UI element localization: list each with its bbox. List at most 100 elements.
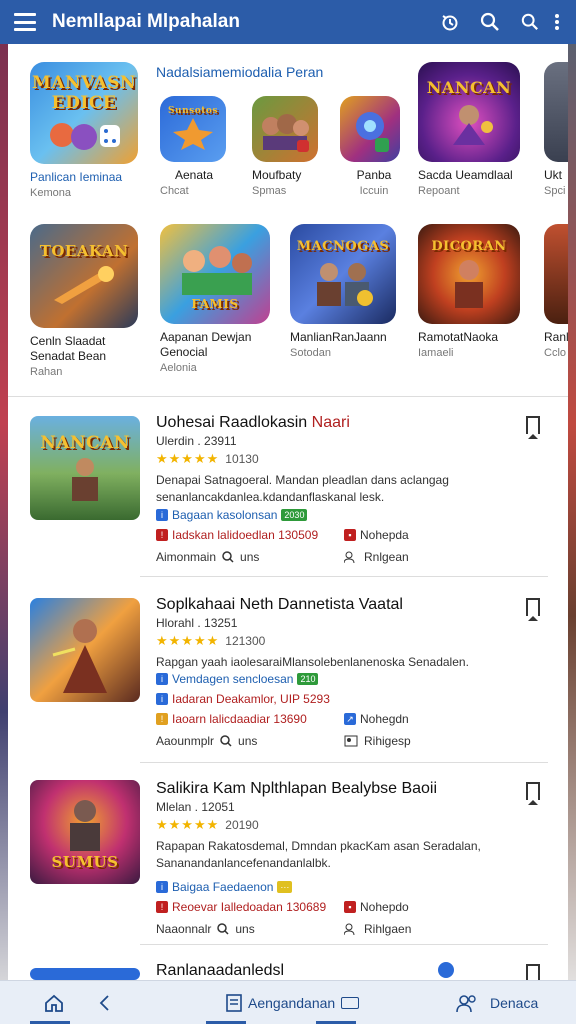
app-card[interactable]: NANCAN Sacda Ueamdlaal Repoant (418, 62, 522, 197)
app-logo-text: FAMIS (191, 297, 239, 311)
flag-icon: ▪ (344, 901, 356, 913)
app-tile: FAMIS (160, 224, 270, 324)
app-card[interactable]: Ranl Cclo (544, 224, 568, 359)
app-thumbnail (30, 968, 140, 980)
app-category: Iccuin (359, 185, 389, 197)
right-tab-label: Denaca (490, 994, 539, 1011)
list-item[interactable]: SUMUS Salikira Kam Nplthlapan Bealybse B… (8, 764, 568, 946)
app-title: Ranlanaadanledsl (156, 962, 285, 979)
app-category: Repoant (418, 185, 460, 197)
rating-stars: ★★★★★ 121300 (156, 633, 266, 648)
app-tag[interactable]: ! Iadskan lalidoedlan 130509 (156, 528, 318, 542)
app-title: Uohesai Raadlokasin Naari (156, 414, 350, 431)
app-tile (544, 224, 568, 324)
app-category: Rahan (30, 366, 63, 378)
side-tag[interactable]: ▪ Nohepdo (344, 900, 409, 914)
people-icon (344, 551, 355, 563)
list-item[interactable]: NANCAN Uohesai Raadlokasin Naari Ulerdin… (8, 398, 568, 580)
info-icon: i (156, 693, 168, 705)
search-icon[interactable] (478, 10, 502, 34)
app-card[interactable]: Moufbaty Spmas (252, 96, 320, 197)
search-alt-icon[interactable] (518, 10, 542, 34)
app-tag[interactable]: ! Reoevar Ialledoadan 130689 (156, 900, 326, 914)
app-card[interactable]: TOEAKAN Cenln Slaadat Senadat Bean Rahan (30, 224, 138, 378)
row-footer-right[interactable]: Rihigesp (344, 734, 411, 748)
back-button[interactable] (96, 994, 114, 1012)
background-left-edge (0, 40, 8, 1000)
center-tab-button[interactable]: Aengandanan (226, 993, 360, 1012)
app-name: Panlican Ieminaa (30, 170, 123, 184)
row-footer-right[interactable]: Rihlgaen (344, 922, 411, 936)
rating-stars: ★★★★★ 20190 (156, 817, 259, 832)
app-card[interactable]: MACNOGAS ManlianRanJaann Sotodan (290, 224, 398, 359)
app-card[interactable]: MANVASN EDICE Panlican Ieminaa Kemona (30, 62, 138, 199)
right-tab-button[interactable]: Denaca (456, 993, 538, 1013)
app-logo-text: SUMUS (51, 853, 119, 871)
info-icon: i (156, 673, 168, 685)
alert-icon: ! (156, 529, 168, 541)
bookmark-icon[interactable] (526, 964, 540, 980)
people-icon (344, 923, 355, 935)
app-card[interactable]: DICORAN RamotatNaoka Iamaeli (418, 224, 522, 359)
divider (140, 576, 548, 577)
window-icon (341, 996, 360, 1009)
warning-icon: ! (156, 713, 168, 725)
featured-row-1: Nadalsiamemiodalia Peran MANVASN EDICE P… (8, 44, 568, 214)
side-tag[interactable]: ▪ Nohepda (344, 528, 409, 542)
history-icon[interactable] (438, 10, 462, 34)
app-tile (340, 96, 400, 162)
people-icon (456, 994, 476, 1012)
search-icon (217, 923, 229, 935)
more-vert-icon[interactable] (552, 10, 562, 34)
app-tile (544, 62, 568, 162)
background-right-edge (568, 40, 576, 1000)
row-footer: Aimonmain uns (156, 550, 260, 564)
app-logo-text: NANCAN (426, 77, 512, 97)
content-panel: Nadalsiamemiodalia Peran MANVASN EDICE P… (8, 44, 568, 980)
section-title: Nadalsiamemiodalia Peran (156, 64, 324, 80)
app-tag[interactable]: ! Iaoarn lalicdaadiar 13690 (156, 712, 307, 726)
app-tag[interactable]: i Vemdagen sencloesan 210 (156, 672, 319, 686)
app-name: Cenln Slaadat (30, 334, 106, 348)
app-bar: Nemllapai Mlpahalan (0, 0, 576, 44)
bookmark-icon[interactable] (526, 782, 540, 805)
app-tag[interactable]: i Baigaa Faedaenon ··· (156, 880, 293, 894)
app-tile: MACNOGAS (290, 224, 396, 324)
app-logo-text: Sunsotos (168, 106, 218, 116)
list-item[interactable]: Soplkahaai Neth Dannetista Vaatal Hlorah… (8, 580, 568, 762)
app-thumbnail (30, 598, 140, 702)
app-category: Spci (544, 185, 566, 197)
app-logo-text: NANCAN (40, 433, 130, 453)
app-tag[interactable]: i Iadaran Deakamlor, UIP 5293 (156, 692, 330, 706)
app-tile: NANCAN (418, 62, 520, 162)
info-icon: i (156, 881, 168, 893)
side-tag[interactable]: ↗ Nohegdn (344, 712, 409, 726)
app-tile: Sunsotos (160, 96, 226, 162)
app-title: Nemllapai Mlpahalan (52, 11, 240, 32)
app-name-line2: Genocial (160, 345, 208, 359)
app-card[interactable]: Panba Iccuin (340, 96, 408, 197)
bookmark-icon[interactable] (526, 416, 540, 439)
divider (140, 762, 548, 763)
menu-icon[interactable] (14, 13, 36, 31)
rating-stars: ★★★★★ 10130 (156, 451, 259, 466)
bottom-navigation: Aengandanan Denaca (0, 980, 576, 1024)
card-icon (344, 735, 358, 747)
divider (8, 396, 568, 397)
row-footer-right[interactable]: Rnlgean (344, 550, 409, 564)
app-category: Iamaeli (418, 347, 454, 359)
app-name: RamotatNaoka (418, 330, 499, 344)
featured-row-2: TOEAKAN Cenln Slaadat Senadat Bean Rahan… (8, 222, 568, 392)
app-card[interactable]: Ukt Spci (544, 62, 568, 197)
home-button[interactable] (44, 993, 64, 1013)
app-tag[interactable]: i Bagaan kasolonsan 2030 (156, 508, 308, 522)
list-item[interactable]: Ranlanaadanledsl (8, 948, 568, 980)
app-card[interactable]: Sunsotos Aenata Chcat (160, 96, 228, 197)
app-category: Spmas (252, 185, 287, 197)
home-icon (45, 994, 63, 1012)
app-name-line2: Senadat Bean (30, 349, 107, 363)
app-tile: DICORAN (418, 224, 520, 324)
bookmark-icon[interactable] (526, 598, 540, 621)
app-card[interactable]: FAMIS Aapanan Dewjan Genocial Aelonia (160, 224, 270, 374)
app-description: Denapai Satnagoeral. Mandan pleadlan dan… (156, 473, 449, 504)
